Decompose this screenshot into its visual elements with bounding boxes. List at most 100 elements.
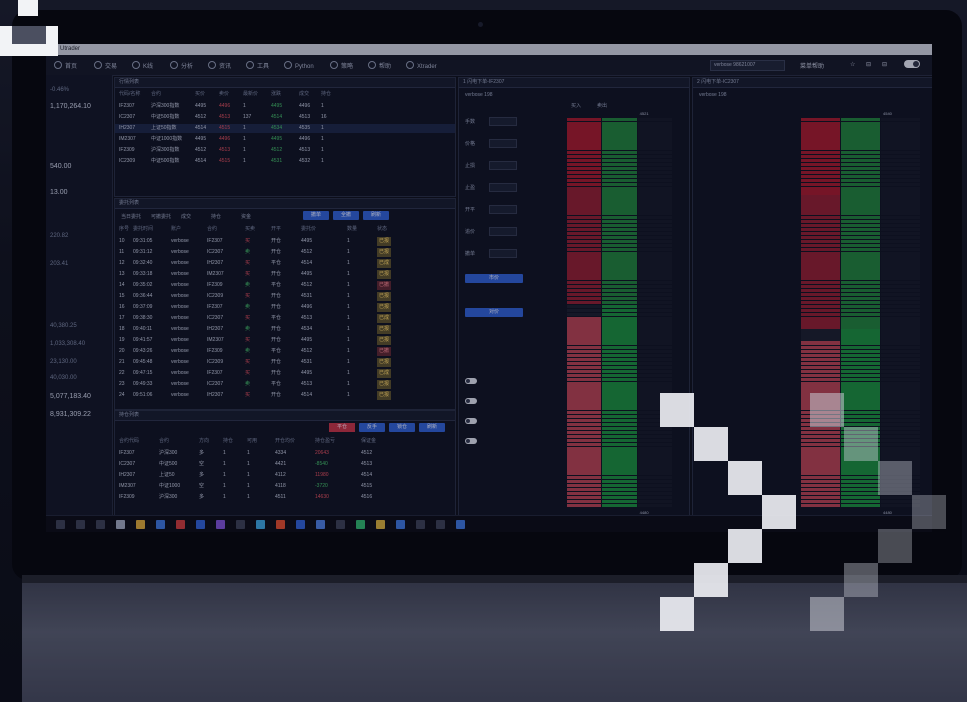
ladder2-ladder-bid-cell[interactable] [801, 215, 840, 219]
ladder2-ladder-price-cell[interactable] [881, 459, 920, 463]
ladder1-ladder-ask-cell[interactable] [602, 199, 637, 203]
ladder1-ladder-bid-cell[interactable] [567, 459, 602, 463]
ladder2-ladder-ask-cell[interactable] [841, 223, 880, 228]
ladder2-ladder-ask-cell[interactable] [841, 414, 880, 419]
ladder1-ladder-ask-cell[interactable] [602, 369, 637, 374]
ladder1-ladder-price-cell[interactable] [637, 422, 672, 427]
ladder2-ladder-ask-cell[interactable] [841, 260, 880, 264]
ladder2-ladder-price-cell[interactable] [881, 223, 920, 228]
ladder2-ladder-ask-cell[interactable] [841, 422, 880, 427]
ladder1-ladder-price-cell[interactable] [637, 382, 672, 386]
ladder1-ladder-bid-cell[interactable] [567, 142, 602, 146]
ladder1-ladder-ask-cell[interactable] [602, 447, 637, 451]
ladder2-ladder-price-cell[interactable] [881, 178, 920, 183]
ladder2-ladder-ask-cell[interactable] [841, 284, 880, 289]
ladder1-ladder-ask-cell[interactable] [602, 467, 637, 471]
toolbar-item-tools[interactable]: 工具 [246, 61, 269, 70]
positions-row[interactable]: IC2307 中证500 空 1 1 4421 -8540 4513 [115, 460, 455, 469]
ladder2-ladder-bid-cell[interactable] [801, 227, 840, 232]
ladder1-ladder-price-cell[interactable] [637, 430, 672, 435]
ladder1-ladder-ask-cell[interactable] [602, 341, 637, 345]
ladder2-ladder-bid-cell[interactable] [801, 130, 840, 134]
orders-row[interactable]: 18 09:40:11 verbose IH2307 卖 开仓 4534 1 已报 [115, 325, 455, 334]
ladder2-ladder-price-cell[interactable] [881, 248, 920, 252]
ladder1-ladder-bid-cell[interactable] [567, 174, 602, 179]
toolbar-item-strategy[interactable]: 策略 [330, 61, 353, 70]
ladder2-ladder-bid-cell[interactable] [801, 280, 840, 284]
ladder1-ladder-price-cell[interactable] [637, 195, 672, 199]
ladder2-ladder-ask-cell[interactable] [841, 418, 880, 423]
ladder1-ladder-bid-cell[interactable] [567, 122, 602, 126]
ladder2-ladder-bid-cell[interactable] [801, 369, 840, 374]
ladder1-ladder-ask-cell[interactable] [602, 471, 637, 475]
ladder1-order-button[interactable]: 对价 [465, 308, 523, 317]
ladder2-ladder-bid-cell[interactable] [801, 378, 840, 382]
ladder2-ladder-ask-cell[interactable] [841, 211, 880, 215]
ladder1-ladder-ask-cell[interactable] [602, 130, 637, 134]
ladder2-ladder-ask-cell[interactable] [841, 438, 880, 443]
ladder2-ladder-ask-cell[interactable] [841, 434, 880, 439]
ladder2-ladder-bid-cell[interactable] [801, 447, 840, 451]
ladder2-ladder-bid-cell[interactable] [801, 487, 840, 492]
ladder2-ladder-price-cell[interactable] [881, 349, 920, 354]
ladder2-ladder-price-cell[interactable] [881, 386, 920, 390]
ladder1-ladder-price-cell[interactable] [637, 223, 672, 228]
ladder2-ladder-price-cell[interactable] [881, 166, 920, 171]
ladder1-ladder-bid-cell[interactable] [567, 483, 602, 488]
ladder2-ladder-bid-cell[interactable] [801, 292, 840, 297]
ladder2-ladder-bid-cell[interactable] [801, 134, 840, 138]
ladder2-ladder-ask-cell[interactable] [841, 280, 880, 284]
positions-action-button[interactable]: 刷新 [419, 423, 445, 432]
ladder2-ladder-bid-cell[interactable] [801, 199, 840, 203]
orders-row[interactable]: 16 09:37:09 verbose IF2307 卖 开仓 4496 1 已报 [115, 303, 455, 312]
ladder1-ladder-price-cell[interactable] [637, 158, 672, 163]
ladder2-ladder-price-cell[interactable] [881, 365, 920, 370]
ladder1-field-input[interactable] [489, 117, 517, 126]
toolbar-item-news[interactable]: 资讯 [208, 61, 231, 70]
ladder1-field-input[interactable] [489, 249, 517, 258]
ladder1-ladder-price-cell[interactable] [637, 402, 672, 406]
ladder1-tab[interactable]: 卖出 [597, 102, 607, 109]
ladder1-ladder-price-cell[interactable] [637, 386, 672, 390]
orders-row[interactable]: 11 09:31:12 verbose IC2307 卖 开仓 4512 1 已报 [115, 248, 455, 257]
ladder1-ladder-bid-cell[interactable] [567, 503, 602, 508]
ladder2-ladder-price-cell[interactable] [881, 219, 920, 224]
ladder1-ladder-price-cell[interactable] [637, 166, 672, 171]
ladder2-ladder-bid-cell[interactable] [801, 313, 840, 317]
ladder1-switch[interactable] [465, 378, 477, 384]
ladder1-ladder-bid-cell[interactable] [567, 268, 602, 272]
ladder1-ladder-bid-cell[interactable] [567, 390, 602, 394]
orders-action-button[interactable]: 撤单 [303, 211, 329, 220]
orders-row[interactable]: 13 09:33:18 verbose IM2307 买 开仓 4495 1 已报 [115, 270, 455, 279]
ladder1-ladder-ask-cell[interactable] [602, 268, 637, 272]
ladder1-field-input[interactable] [489, 227, 517, 236]
ladder1-ladder-price-cell[interactable] [637, 252, 672, 256]
taskbar-app-icon[interactable] [436, 520, 445, 529]
ladder2-ladder-ask-cell[interactable] [841, 479, 880, 484]
ladder1-ladder-ask-cell[interactable] [602, 239, 637, 244]
ladder1-ladder-price-cell[interactable] [637, 276, 672, 280]
ladder2-ladder-bid-cell[interactable] [801, 158, 840, 163]
ladder1-ladder-price-cell[interactable] [637, 317, 672, 321]
ladder1-ladder-price-cell[interactable] [637, 471, 672, 475]
ladder1-ladder-bid-cell[interactable] [567, 146, 602, 150]
ladder1-ladder-price-cell[interactable] [637, 122, 672, 126]
ladder1-ladder-bid-cell[interactable] [567, 154, 602, 159]
ladder2-ladder-ask-cell[interactable] [841, 382, 880, 386]
ladder1-ladder-price-cell[interactable] [637, 187, 672, 191]
ladder2-ladder-price-cell[interactable] [881, 207, 920, 211]
ladder2-ladder-bid-cell[interactable] [801, 406, 840, 410]
ladder2-ladder-price-cell[interactable] [881, 422, 920, 427]
ladder2-ladder-ask-cell[interactable] [841, 451, 880, 455]
ladder1-ladder-price-cell[interactable] [637, 227, 672, 232]
ladder2-ladder-price-cell[interactable] [881, 231, 920, 236]
ladder2-ladder-ask-cell[interactable] [841, 345, 880, 349]
ladder2-ladder-bid-cell[interactable] [801, 325, 840, 329]
ladder2-ladder-price-cell[interactable] [881, 174, 920, 179]
taskbar-app-icon[interactable] [136, 520, 145, 529]
ladder2-ladder-bid-cell[interactable] [801, 243, 840, 248]
ladder2-ladder-ask-cell[interactable] [841, 150, 880, 154]
ladder1-ladder-ask-cell[interactable] [602, 126, 637, 130]
ladder1-ladder-ask-cell[interactable] [602, 288, 637, 293]
ladder1-ladder-price-cell[interactable] [637, 349, 672, 354]
